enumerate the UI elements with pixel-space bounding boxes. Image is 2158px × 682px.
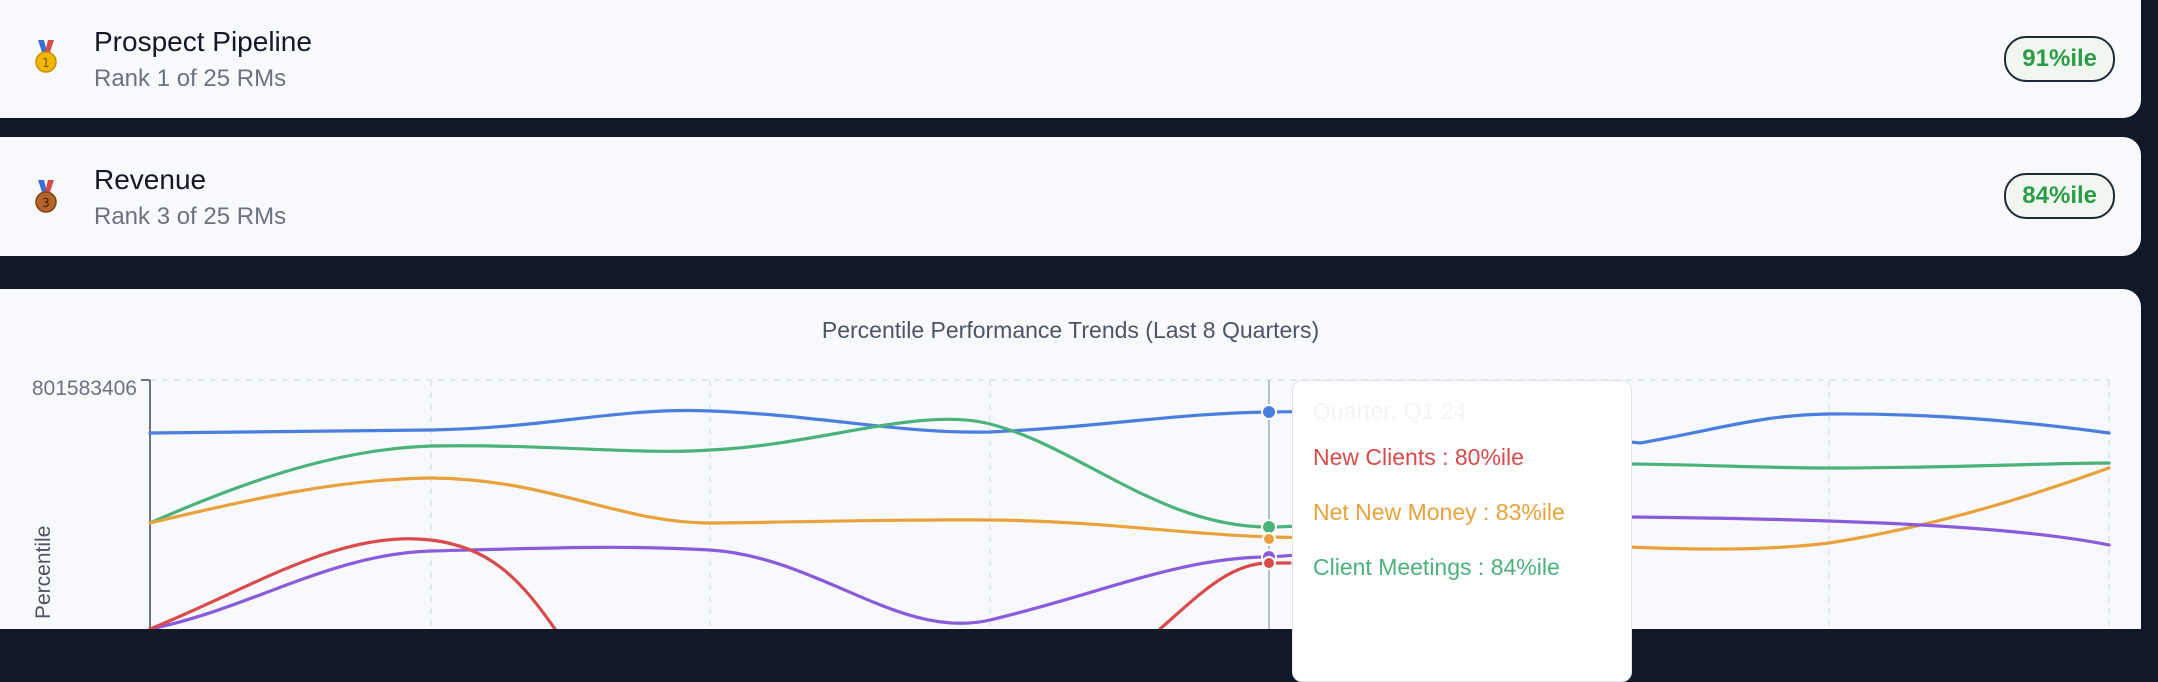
series-line-orange [148,466,2111,551]
chart-tooltip: Quarter: Q1 24 New Clients : 80%ile Net … [1292,380,1632,682]
bronze-medal-icon: 3 [35,180,57,213]
y-axis-label: Percentile [32,526,55,619]
hover-point-green [1261,519,1277,535]
tooltip-line-client-meetings: Client Meetings : 84%ile [1313,554,1560,580]
hover-point-blue [1261,404,1277,420]
y-axis: 801583406 Percentile [32,377,151,629]
tooltip-line-net-new-money: Net New Money : 83%ile [1313,499,1565,525]
metric-rank-subtitle: Rank 3 of 25 RMs [94,203,287,230]
metric-rank-subtitle: Rank 1 of 25 RMs [94,65,287,92]
hover-point-orange [1262,532,1276,546]
tooltip-line-new-clients: New Clients : 80%ile [1313,444,1524,470]
series-line-blue [148,408,2111,445]
series-line-purple [148,515,2111,629]
chart-grid [150,379,2110,629]
series-line-green [148,417,2111,529]
metric-title: Revenue [94,164,207,195]
y-axis-top-tick-label: 801583406 [32,377,137,400]
percentile-badge: 84%ile [2004,173,2115,219]
percentile-badge: 91%ile [2004,36,2115,82]
metric-title: Prospect Pipeline [94,26,312,57]
percentile-trends-chart-card: Percentile Performance Trends (Last 8 Qu… [0,289,2141,682]
ranking-card-prospect-pipeline: 1 Prospect Pipeline Rank 1 of 25 RMs 91%… [0,0,2141,118]
ranking-card-revenue: 3 Revenue Rank 3 of 25 RMs 84%ile [0,137,2141,256]
svg-text:1: 1 [42,56,50,70]
svg-text:3: 3 [42,196,50,210]
tooltip-header: Quarter: Q1 24 [1313,398,1467,424]
percentile-trends-chart[interactable]: 801583406 Percentile [0,289,2141,629]
hover-point-red [1262,556,1276,570]
gold-medal-icon: 1 [35,40,57,73]
